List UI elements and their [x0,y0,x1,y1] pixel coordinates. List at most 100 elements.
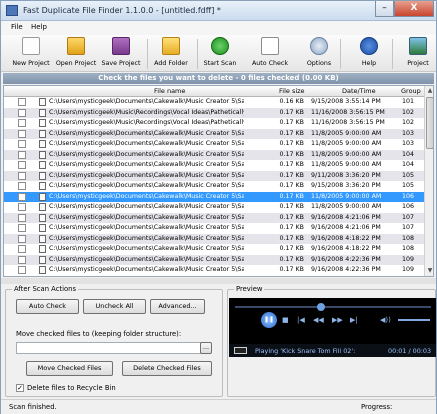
row-checkbox[interactable] [18,108,26,117]
table-row[interactable]: C:\Users\mysticgeek\Documents\Cakewalk\M… [4,160,424,171]
row-date-time: 9/15/2008 3:55:14 PM [311,98,381,105]
options-button[interactable]: Options [304,37,334,71]
scroll-down-arrow-icon[interactable]: ▼ [425,266,433,276]
move-destination-input[interactable] [16,342,208,354]
row-file-name: C:\Users\mysticgeek\Documents\Cakewalk\M… [49,245,244,252]
start-scan-button[interactable]: Start Scan [202,37,238,71]
panel-splitter[interactable] [1,278,436,284]
menu-file[interactable]: File [11,23,23,31]
table-row[interactable]: C:\Users\mysticgeek\Documents\Cakewalk\M… [4,265,424,276]
row-file-size: 0.17 KB [279,255,304,263]
row-checkbox[interactable] [18,119,26,127]
fast-forward-icon[interactable]: ▶▶ [332,316,343,324]
row-checkbox[interactable] [18,266,26,274]
row-date-time: 11/16/2008 3:56:15 PM [311,108,385,116]
table-row[interactable]: C:\Users\mysticgeek\Music\Recordings\Voc… [4,107,424,118]
row-checkbox[interactable] [18,161,26,169]
previous-icon[interactable]: |◀ [297,316,305,324]
toolbar-separator [197,39,198,69]
column-file-size[interactable]: File size [279,87,305,95]
row-group: 108 [402,245,415,252]
close-button[interactable]: X [394,1,434,17]
row-group: 105 [402,182,415,189]
column-group[interactable]: Group [401,87,421,95]
auto-check-action-button[interactable]: Auto Check [16,299,79,314]
row-file-name: C:\Users\mysticgeek\Documents\Cakewalk\M… [49,255,244,263]
row-group: 105 [402,171,415,179]
add-folder-button[interactable]: Add Folder [152,37,190,71]
stop-icon[interactable]: ■ [282,316,289,324]
scroll-thumb[interactable] [426,97,433,149]
row-checkbox[interactable] [18,224,26,232]
save-disk-icon [112,37,130,55]
after-scan-actions-group: After Scan Actions Auto Check Uncheck Al… [5,285,223,397]
row-checkbox[interactable] [18,255,26,264]
new-document-icon [22,37,40,55]
table-row[interactable]: C:\Users\mysticgeek\Documents\Cakewalk\M… [4,244,424,255]
table-row[interactable]: C:\Users\mysticgeek\Documents\Cakewalk\M… [4,170,424,181]
table-row[interactable]: C:\Users\mysticgeek\Documents\Cakewalk\M… [4,202,424,213]
row-checkbox[interactable] [18,234,26,243]
table-row[interactable]: C:\Users\mysticgeek\Documents\Cakewalk\M… [4,149,424,160]
window-title: Fast Duplicate File Finder 1.1.0.0 - [un… [23,6,221,15]
new-project-button[interactable]: New Project [11,37,51,71]
volume-icon[interactable]: ◀)) [380,316,391,324]
minimize-button[interactable]: – [375,1,394,17]
help-button[interactable]: Help [356,37,382,71]
seek-handle[interactable] [317,303,325,311]
advanced-button[interactable]: Advanced... [150,299,205,314]
row-checkbox[interactable] [18,203,26,211]
move-checked-files-button[interactable]: Move Checked Files [26,361,113,376]
table-row[interactable]: C:\Users\mysticgeek\Documents\Cakewalk\M… [4,254,424,265]
row-checkbox[interactable] [18,150,26,159]
table-row[interactable]: C:\Users\mysticgeek\Documents\Cakewalk\M… [4,212,424,223]
open-project-button[interactable]: Open Project [55,37,97,71]
file-icon [39,192,46,201]
row-file-size: 0.17 KB [279,203,304,210]
save-project-button[interactable]: Save Project [99,37,143,71]
landscape-image-icon [409,37,427,55]
table-row[interactable]: C:\Users\mysticgeek\Documents\Cakewalk\M… [4,128,424,139]
table-row[interactable]: C:\Users\mysticgeek\Documents\Cakewalk\M… [4,223,424,234]
table-row[interactable]: C:\Users\mysticgeek\Music\Recordings\Voc… [4,118,424,129]
table-row[interactable]: C:\Users\mysticgeek\Documents\Cakewalk\M… [4,181,424,192]
row-checkbox[interactable] [18,129,26,138]
next-icon[interactable]: ▶| [350,316,358,324]
recycle-bin-checkbox[interactable]: ✓ [16,384,24,392]
vertical-scrollbar[interactable]: ▲ ▼ [424,86,433,276]
row-checkbox[interactable] [18,245,26,253]
scroll-up-arrow-icon[interactable]: ▲ [425,86,433,96]
row-date-time: 9/16/2008 4:21:06 PM [311,213,381,221]
seek-bar[interactable] [235,306,431,308]
file-icon [39,129,46,138]
uncheck-all-button[interactable]: Uncheck All [83,299,146,314]
row-group: 107 [402,213,415,221]
auto-check-button[interactable]: Auto Check [250,37,290,71]
row-checkbox[interactable] [18,213,26,222]
file-icon [39,224,46,232]
volume-slider[interactable] [398,319,430,321]
rewind-icon[interactable]: ◀◀ [313,316,324,324]
row-file-size: 0.17 KB [279,266,304,273]
row-file-name: C:\Users\mysticgeek\Documents\Cakewalk\M… [49,213,244,221]
table-row[interactable]: C:\Users\mysticgeek\Documents\Cakewalk\M… [4,97,424,108]
column-date-time[interactable]: Date/Time [342,87,376,95]
table-row[interactable]: C:\Users\mysticgeek\Documents\Cakewalk\M… [4,233,424,244]
row-checkbox[interactable] [18,98,26,106]
row-date-time: 11/8/2005 9:00:00 AM [311,129,382,137]
row-checkbox[interactable] [18,182,26,190]
file-icon [39,161,46,169]
row-checkbox[interactable] [18,140,26,148]
pause-button[interactable]: ❚❚ [261,312,277,328]
row-checkbox[interactable] [18,192,26,201]
delete-checked-files-button[interactable]: Delete Checked Files [122,361,212,376]
row-date-time: 9/16/2008 4:21:06 PM [311,224,381,231]
browse-button[interactable]: ... [200,342,212,354]
table-row[interactable]: C:\Users\mysticgeek\Documents\Cakewalk\M… [4,191,424,202]
menu-help[interactable]: Help [31,23,47,31]
table-row[interactable]: C:\Users\mysticgeek\Documents\Cakewalk\M… [4,139,424,150]
column-file-name[interactable]: File name [154,87,185,95]
row-group: 101 [402,98,415,105]
row-checkbox[interactable] [18,171,26,180]
project-button[interactable]: Project [401,37,435,71]
